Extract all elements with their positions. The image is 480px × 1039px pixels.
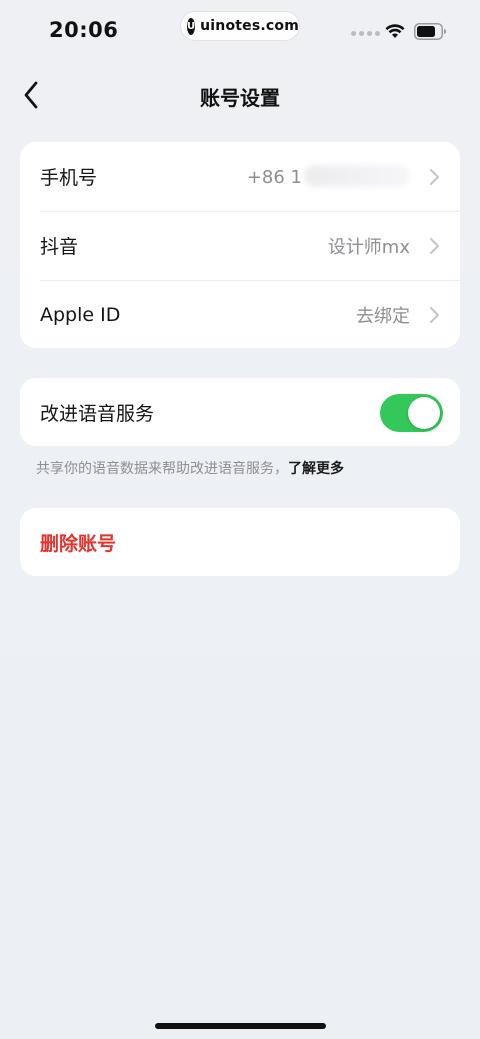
learn-more-link[interactable]: 了解更多: [288, 461, 344, 477]
toggle-knob: [408, 397, 440, 429]
chevron-right-icon: [430, 168, 439, 185]
signal-dots-icon: [351, 31, 380, 36]
chevron-right-icon: [430, 237, 439, 254]
voice-service-toggle[interactable]: [380, 394, 443, 432]
phone-row[interactable]: 手机号 +86 1: [20, 142, 460, 211]
phone-label: 手机号: [40, 167, 98, 189]
douyin-label: 抖音: [40, 236, 79, 258]
delete-account-button[interactable]: 删除账号: [40, 529, 116, 556]
hint-text: 共享你的语音数据来帮助改进语音服务，: [36, 461, 288, 477]
voice-service-card: 改进语音服务: [20, 378, 460, 446]
douyin-value: 设计师mx: [327, 236, 410, 258]
phone-value: +86 1: [247, 165, 410, 188]
wifi-icon: [385, 24, 405, 38]
watermark-badge: U uinotes.com: [180, 11, 300, 41]
account-card: 手机号 +86 1 抖音 设计师mx Apple ID 去绑定: [20, 142, 460, 348]
chevron-right-icon: [430, 306, 439, 323]
status-time: 20:06: [49, 18, 119, 42]
douyin-row[interactable]: 抖音 设计师mx: [20, 211, 460, 280]
battery-icon: [414, 23, 446, 40]
apple-id-row[interactable]: Apple ID 去绑定: [20, 280, 460, 348]
status-bar: 20:06 U uinotes.com: [0, 0, 480, 60]
watermark-logo: U: [187, 17, 196, 35]
apple-id-value: 去绑定: [356, 305, 410, 327]
home-indicator: [155, 1023, 326, 1029]
apple-id-label: Apple ID: [40, 303, 121, 326]
voice-service-label: 改进语音服务: [40, 403, 155, 425]
page-title: 账号设置: [200, 86, 280, 110]
voice-service-hint: 共享你的语音数据来帮助改进语音服务，了解更多: [36, 458, 344, 478]
nav-bar: 账号设置: [0, 66, 480, 124]
delete-account-card[interactable]: 删除账号: [20, 508, 460, 576]
watermark-text: uinotes.com: [200, 18, 300, 34]
